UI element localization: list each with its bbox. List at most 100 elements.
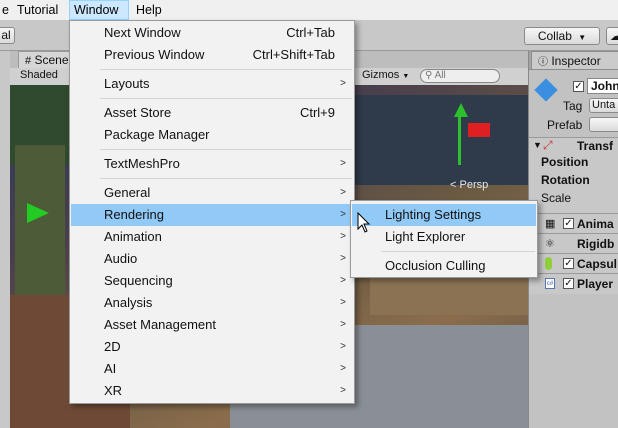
menu-separator bbox=[100, 98, 352, 99]
tab-inspector-label: Inspector bbox=[551, 54, 601, 68]
perspective-label[interactable]: < Persp bbox=[450, 179, 488, 191]
rigidbody-icon: ⚛ bbox=[545, 238, 555, 250]
tag-label: Tag bbox=[563, 99, 583, 113]
menu-item-label: AI bbox=[104, 361, 117, 376]
menu-item-2d[interactable]: 2D > bbox=[71, 336, 353, 358]
menu-item-label: Previous Window bbox=[104, 47, 205, 62]
menu-item-asset-store[interactable]: Asset Store Ctrl+9 bbox=[71, 102, 353, 124]
back-arrow-icon: < bbox=[450, 179, 457, 191]
gizmo-arrow-icon[interactable] bbox=[27, 203, 49, 223]
component-enabled-checkbox[interactable]: ✓ bbox=[563, 278, 574, 289]
object-name-field[interactable]: John bbox=[587, 78, 618, 94]
menu-item-textmeshpro[interactable]: TextMeshPro > bbox=[71, 153, 353, 175]
menu-item-label: Animation bbox=[104, 229, 162, 244]
animator-icon: ▦ bbox=[545, 218, 556, 230]
info-icon: ⓘ bbox=[538, 57, 548, 68]
menu-item-shortcut: Ctrl+Tab bbox=[286, 25, 335, 40]
search-icon: ⚲ bbox=[425, 70, 433, 81]
submenu-arrow-icon: > bbox=[340, 275, 346, 286]
gizmos-dropdown[interactable]: Gizmos ▼ bbox=[362, 69, 409, 81]
menu-item-rendering[interactable]: Rendering > bbox=[71, 204, 353, 226]
submenu-item-label: Occlusion Culling bbox=[385, 258, 486, 273]
component-title: Rigidb bbox=[577, 237, 615, 251]
submenu-arrow-icon: > bbox=[340, 385, 346, 396]
menu-item-asset-management[interactable]: Asset Management > bbox=[71, 314, 353, 336]
menu-bar: e Tutorial Window Help bbox=[0, 0, 618, 21]
component-enabled-checkbox[interactable]: ✓ bbox=[563, 258, 574, 269]
inspector-panel: ⓘ Inspector ✓ John Tag Unta Prefab ▼ ⤢ T… bbox=[528, 51, 618, 428]
submenu-arrow-icon: > bbox=[340, 341, 346, 352]
shading-mode-dropdown[interactable]: Shaded bbox=[20, 69, 58, 81]
animator-component[interactable]: ▦ ✓ Anima bbox=[529, 213, 618, 234]
submenu-item-occlusion-culling[interactable]: Occlusion Culling bbox=[352, 255, 536, 277]
position-label: Position bbox=[541, 155, 589, 169]
gizmo-handle-red[interactable] bbox=[468, 123, 490, 137]
chevron-down-icon: ▼ bbox=[402, 73, 410, 80]
menu-separator bbox=[381, 251, 535, 252]
menu-item-label: General bbox=[104, 185, 151, 200]
menu-item-label: Next Window bbox=[104, 25, 181, 40]
menu-item-general[interactable]: General > bbox=[71, 182, 353, 204]
menu-item-label: Package Manager bbox=[104, 127, 210, 142]
menu-item-animation[interactable]: Animation > bbox=[71, 226, 353, 248]
menu-item-label: XR bbox=[104, 383, 123, 398]
tab-scene-label: Scene bbox=[34, 53, 69, 67]
player-script-component[interactable]: c# ✓ Player bbox=[529, 273, 618, 294]
menu-item-audio[interactable]: Audio > bbox=[71, 248, 353, 270]
rendering-submenu: Lighting Settings Light Explorer Occlusi… bbox=[350, 200, 538, 278]
menu-item-previous-window[interactable]: Previous Window Ctrl+Shift+Tab bbox=[71, 44, 353, 66]
component-enabled-checkbox[interactable]: ✓ bbox=[563, 218, 574, 229]
active-checkbox[interactable]: ✓ bbox=[573, 81, 584, 92]
window-menu: Next Window Ctrl+Tab Previous Window Ctr… bbox=[69, 20, 355, 404]
submenu-arrow-icon: > bbox=[340, 297, 346, 308]
menu-window[interactable]: Window bbox=[69, 0, 129, 20]
menu-item-ai[interactable]: AI > bbox=[71, 358, 353, 380]
prefab-button[interactable] bbox=[589, 117, 618, 132]
submenu-arrow-icon: > bbox=[340, 231, 346, 242]
prefab-label: Prefab bbox=[547, 118, 583, 132]
menu-item-label: Rendering bbox=[104, 207, 164, 222]
submenu-item-lighting-settings[interactable]: Lighting Settings bbox=[352, 204, 536, 226]
menu-item-label: 2D bbox=[104, 339, 121, 354]
submenu-arrow-icon: > bbox=[340, 187, 346, 198]
submenu-item-label: Light Explorer bbox=[385, 229, 466, 244]
menu-edit[interactable]: e bbox=[0, 0, 12, 20]
menu-item-label: Audio bbox=[104, 251, 138, 266]
capsule-collider-component[interactable]: ✓ Capsul bbox=[529, 253, 618, 274]
menu-item-shortcut: Ctrl+Shift+Tab bbox=[252, 47, 335, 62]
menu-item-package-manager[interactable]: Package Manager bbox=[71, 124, 353, 146]
search-placeholder: All bbox=[434, 70, 446, 81]
menu-item-next-window[interactable]: Next Window Ctrl+Tab bbox=[71, 22, 353, 44]
transform-component: ▼ ⤢ Transf Position Rotation Scale bbox=[529, 137, 618, 218]
submenu-arrow-icon: > bbox=[340, 209, 346, 220]
submenu-arrow-icon: > bbox=[340, 319, 346, 330]
chevron-down-icon: ▼ bbox=[578, 33, 587, 42]
menu-item-layouts[interactable]: Layouts > bbox=[71, 73, 353, 95]
menu-item-analysis[interactable]: Analysis > bbox=[71, 292, 353, 314]
inspector-tab-bar: ⓘ Inspector bbox=[529, 51, 618, 70]
menu-help[interactable]: Help bbox=[132, 0, 170, 20]
transform-title: Transf bbox=[577, 139, 614, 153]
rotation-label: Rotation bbox=[541, 173, 590, 187]
toolbar-left-button[interactable]: al bbox=[0, 27, 15, 44]
menu-item-sequencing[interactable]: Sequencing > bbox=[71, 270, 353, 292]
submenu-item-light-explorer[interactable]: Light Explorer bbox=[352, 226, 536, 248]
menu-item-xr[interactable]: XR > bbox=[71, 380, 353, 402]
collab-button[interactable]: Collab ▼ bbox=[524, 27, 600, 45]
component-title: Capsul bbox=[577, 257, 618, 271]
grid-icon: # bbox=[25, 55, 32, 67]
cloud-icon: ☁ bbox=[610, 29, 618, 43]
account-button[interactable]: ☁ bbox=[606, 27, 618, 45]
rigidbody-component[interactable]: ⚛ Rigidb bbox=[529, 233, 618, 254]
menu-tutorial[interactable]: Tutorial bbox=[13, 0, 65, 20]
submenu-arrow-icon: > bbox=[340, 158, 346, 169]
submenu-arrow-icon: > bbox=[340, 253, 346, 264]
tag-dropdown[interactable]: Unta bbox=[589, 98, 618, 113]
tab-inspector[interactable]: ⓘ Inspector bbox=[531, 51, 618, 69]
script-icon: c# bbox=[545, 278, 555, 289]
menu-item-label: Sequencing bbox=[104, 273, 173, 288]
menu-separator bbox=[100, 69, 352, 70]
gizmo-arrow-icon[interactable] bbox=[454, 103, 468, 117]
collab-label: Collab bbox=[537, 29, 572, 43]
scene-search-field[interactable]: ⚲ All bbox=[420, 69, 500, 83]
